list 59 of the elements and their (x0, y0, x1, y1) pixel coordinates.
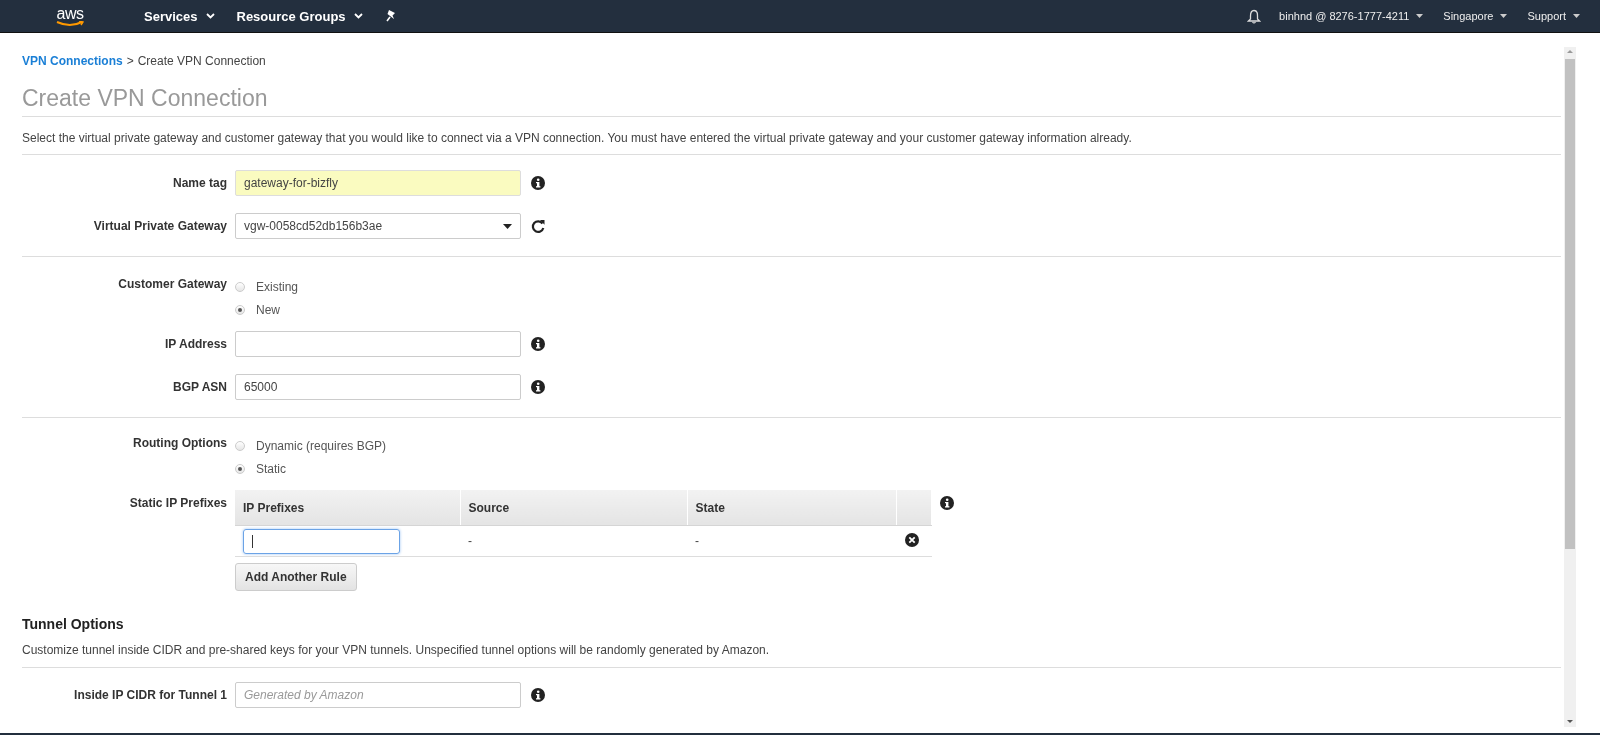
remove-icon[interactable] (904, 532, 919, 547)
caret-icon (353, 13, 363, 19)
radio-label: Static (256, 461, 286, 476)
info-icon[interactable] (940, 496, 954, 510)
breadcrumb-separator: > (126, 54, 134, 68)
info-icon[interactable] (531, 688, 545, 702)
caret-icon (1573, 14, 1580, 18)
text-field[interactable]: gateway-for-bizfly (235, 170, 521, 196)
table-cell: - (460, 525, 687, 557)
column-header: State (687, 490, 897, 526)
section-heading: Tunnel Options (22, 616, 125, 632)
field-label: BGP ASN (172, 379, 228, 396)
scrollbar-thumb[interactable] (1565, 59, 1575, 549)
field-label: Inside IP CIDR for Tunnel 1 (73, 687, 228, 704)
breadcrumb-current: Create VPN Connection (137, 54, 266, 68)
radio-button[interactable] (235, 281, 245, 292)
smile-icon (56, 21, 84, 27)
field-label: IP Address (163, 336, 228, 353)
dropdown-caret-icon (503, 223, 512, 229)
field-label: Static IP Prefixes (128, 495, 228, 510)
region-menu[interactable]: Singapore (1443, 10, 1508, 22)
page-description: Select the virtual private gateway and customer gateway that you would like to connect via a VPN connection. You must have entered the virtual private gateway and your customer gateway information already. (22, 117, 1561, 155)
account-menu[interactable]: binhnd @ 8276-1777-4211 (1279, 10, 1424, 22)
radio-button[interactable] (235, 463, 245, 474)
nav-menu[interactable]: Services (144, 8, 215, 24)
radio-button[interactable] (235, 304, 245, 315)
radio-label: Existing (256, 279, 299, 294)
radio-label: Dynamic (requires BGP) (256, 438, 387, 453)
column-header (896, 490, 932, 526)
field-label: Name tag (171, 175, 228, 192)
radio-label: New (256, 302, 280, 317)
section-description: Customize tunnel inside CIDR and pre-shared keys for your VPN tunnels. Unspecified tunnel options will be randomly generated by Amazon. (22, 632, 1561, 668)
field-label: Virtual Private Gateway (92, 218, 228, 235)
caret-icon (1416, 14, 1424, 18)
caret-icon (1500, 14, 1508, 18)
text-field[interactable] (235, 331, 521, 357)
column-header: IP Prefixes (235, 490, 460, 526)
radio-button[interactable] (235, 440, 245, 451)
select-field[interactable]: vgw-0058cd52db156b3ae (235, 213, 521, 239)
nav-menu[interactable]: Resource Groups (236, 8, 363, 24)
breadcrumb-link[interactable]: VPN Connections (22, 54, 123, 68)
page-title: Create VPN Connection (22, 85, 1561, 117)
column-header: Source (460, 490, 687, 526)
text-cursor (252, 534, 253, 548)
pin-icon[interactable] (384, 9, 397, 23)
prefix-input[interactable] (243, 528, 400, 554)
refresh-icon[interactable] (531, 219, 545, 234)
info-icon[interactable] (531, 337, 545, 351)
field-label: Routing Options (132, 436, 228, 450)
aws-logo[interactable]: aws (50, 5, 90, 27)
info-icon[interactable] (531, 176, 545, 190)
info-icon[interactable] (531, 380, 545, 394)
text-field[interactable]: 65000 (235, 374, 521, 400)
support-menu[interactable]: Support (1527, 10, 1580, 22)
bell-icon[interactable] (1247, 8, 1262, 24)
caret-icon (205, 13, 215, 19)
field-label: Customer Gateway (117, 277, 228, 291)
table-cell: - (687, 525, 897, 557)
add-rule-button[interactable]: Add Another Rule (235, 563, 357, 591)
